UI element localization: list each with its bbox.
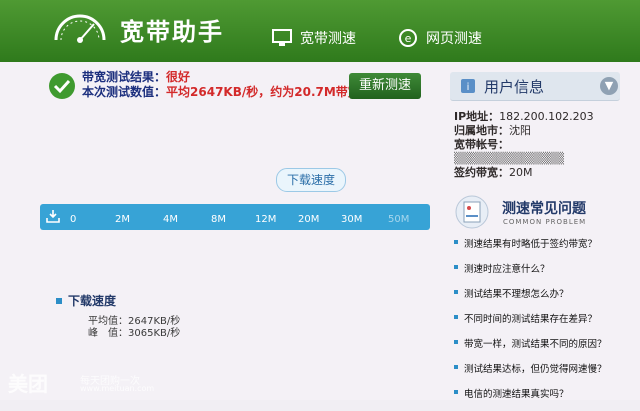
user-city-row: 归属地市：沈阳 (454, 124, 531, 137)
watermark-brand: 美团 (8, 372, 48, 396)
scale-tick: 50M (388, 214, 410, 225)
user-account-row: 宽带帐号：▒▒▒▒▒▒▒▒▒▒▒▒▒ (454, 138, 564, 165)
faq-item[interactable]: 测试结果达标，但仍觉得网速慢？ (454, 361, 624, 386)
download-tray-icon (46, 210, 60, 223)
scale-tick: 20M (298, 214, 320, 225)
test-result: 带宽测试结果：很好 本次测试数值：平均2647KB/秒，约为20.7M带宽 (82, 70, 360, 100)
retest-button[interactable]: 重新测速 (349, 73, 421, 99)
speed-scale: 0 2M 4M 8M 12M 20M 30M 50M (40, 204, 430, 230)
user-bandwidth-row: 签约带宽：20M (454, 166, 533, 179)
faq-item[interactable]: 带宽一样，测试结果不同的原因？ (454, 336, 624, 361)
browser-e-icon: e (399, 29, 417, 47)
legend-swatch (56, 298, 62, 304)
svg-text:e: e (405, 32, 412, 45)
user-ip-row: IP地址：182.200.102.203 (454, 110, 594, 123)
check-icon (49, 73, 75, 99)
nav-bandwidth-test[interactable]: 宽带测速 (272, 28, 356, 48)
faq-subtitle: COMMON PROBLEM (503, 218, 587, 226)
scale-tick: 12M (255, 214, 277, 225)
scale-tick: 8M (211, 214, 226, 225)
result-rating: 带宽测试结果：很好 (82, 70, 191, 84)
faq-list: 测速结果有时略低于签约带宽？ 测速时应注意什么？ 测试结果不理想怎么办？ 不同时… (454, 236, 624, 411)
speedometer-icon (54, 14, 106, 43)
scale-tick: 4M (163, 214, 178, 225)
scale-tick: 0 (70, 214, 77, 225)
faq-item[interactable]: 电信的测速结果真实吗？ (454, 386, 624, 411)
download-speed-chip: 下载速度 (276, 168, 346, 192)
result-value: 本次测试数值：平均2647KB/秒，约为20.7M带宽 (82, 85, 360, 99)
legend-title: 下载速度 (68, 294, 117, 308)
nav-bandwidth-test-label: 宽带测速 (300, 31, 356, 47)
nav-web-test[interactable]: e 网页测速 (398, 28, 482, 48)
faq-item[interactable]: 测试结果不理想怎么办？ (454, 286, 624, 311)
svg-text:i: i (467, 82, 470, 93)
user-info-rows: IP地址：182.200.102.203 归属地市：沈阳 宽带帐号：▒▒▒▒▒▒… (454, 110, 618, 180)
watermark-site: www.meituan.com (80, 384, 155, 393)
faq-item[interactable]: 不同时间的测试结果存在差异？ (454, 311, 624, 336)
download-icon[interactable]: ▼ (600, 77, 618, 95)
user-info-title: 用户信息 (484, 78, 545, 96)
user-info-icon: i (461, 79, 475, 93)
user-info-panel: i 用户信息 ▼ IP地址：182.200.102.203 归属地市：沈阳 宽带… (440, 62, 620, 180)
faq-item[interactable]: 测速结果有时略低于签约带宽？ (454, 236, 624, 261)
scale-tick: 30M (341, 214, 363, 225)
monitor-icon (272, 29, 292, 46)
nav-web-test-label: 网页测速 (426, 31, 482, 47)
meituan-watermark: 美团 每天团购一次 www.meituan.com (8, 368, 154, 397)
user-info-header: i 用户信息 ▼ (450, 72, 620, 101)
faq-title: 测速常见问题 (502, 201, 586, 217)
faq-item[interactable]: 测速时应注意什么？ (454, 261, 624, 286)
peak-speed: 峰 值：3065KB/秒 (88, 328, 181, 339)
scale-tick: 2M (115, 214, 130, 225)
app-title: 宽带助手 (120, 18, 224, 46)
top-bar: 宽带助手 宽带测速 e 网页测速 (0, 0, 640, 62)
